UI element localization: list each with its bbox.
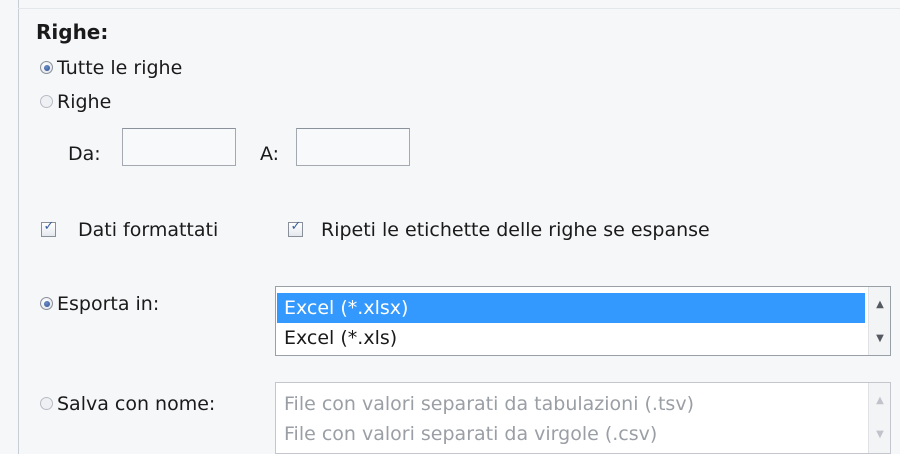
scroll-down-icon[interactable]: ▼ xyxy=(869,329,890,349)
export-option-xlsx[interactable]: Excel (*.xlsx) xyxy=(277,293,865,323)
export-format-listbox[interactable]: Excel (*.xlsx) Excel (*.xls) ▲ ▼ xyxy=(275,286,891,356)
formatted-data-label[interactable]: Dati formattati xyxy=(78,219,218,241)
to-row-input[interactable] xyxy=(296,128,410,166)
check-icon: ✓ xyxy=(290,219,302,234)
all-rows-radio[interactable] xyxy=(40,61,53,74)
export-listbox-scrollbar[interactable]: ▲ ▼ xyxy=(868,287,890,355)
check-icon: ✓ xyxy=(43,219,55,234)
save-as-label[interactable]: Salva con nome: xyxy=(57,393,215,415)
all-rows-label[interactable]: Tutte le righe xyxy=(57,57,182,79)
row-range-radio[interactable] xyxy=(40,95,53,108)
scroll-down-icon[interactable]: ▼ xyxy=(869,425,890,445)
export-to-radio[interactable] xyxy=(40,297,53,310)
scroll-up-icon[interactable]: ▲ xyxy=(869,391,890,411)
save-as-radio[interactable] xyxy=(40,397,53,410)
panel-left-border xyxy=(18,0,19,454)
save-as-option-csv[interactable]: File con valori separati da virgole (.cs… xyxy=(277,419,865,449)
from-row-input[interactable] xyxy=(122,128,236,166)
repeat-labels-label[interactable]: Ripeti le etichette delle righe se espan… xyxy=(321,219,710,241)
export-option-xls[interactable]: Excel (*.xls) xyxy=(277,323,865,353)
export-options-panel: Righe: Tutte le righe Righe Da: A: ✓ Dat… xyxy=(0,0,900,454)
save-as-listbox-scrollbar[interactable]: ▲ ▼ xyxy=(868,383,890,453)
export-to-label[interactable]: Esporta in: xyxy=(57,293,159,315)
save-as-format-listbox[interactable]: File con valori separati da tabulazioni … xyxy=(275,382,891,454)
to-label: A: xyxy=(260,143,280,165)
panel-top-border xyxy=(18,8,900,9)
scroll-up-icon[interactable]: ▲ xyxy=(869,295,890,315)
from-label: Da: xyxy=(68,143,101,165)
rows-section-title: Righe: xyxy=(36,20,109,44)
formatted-data-checkbox[interactable]: ✓ xyxy=(41,219,56,237)
row-range-label[interactable]: Righe xyxy=(57,91,111,113)
save-as-option-tsv[interactable]: File con valori separati da tabulazioni … xyxy=(277,389,865,419)
repeat-labels-checkbox[interactable]: ✓ xyxy=(288,219,303,237)
